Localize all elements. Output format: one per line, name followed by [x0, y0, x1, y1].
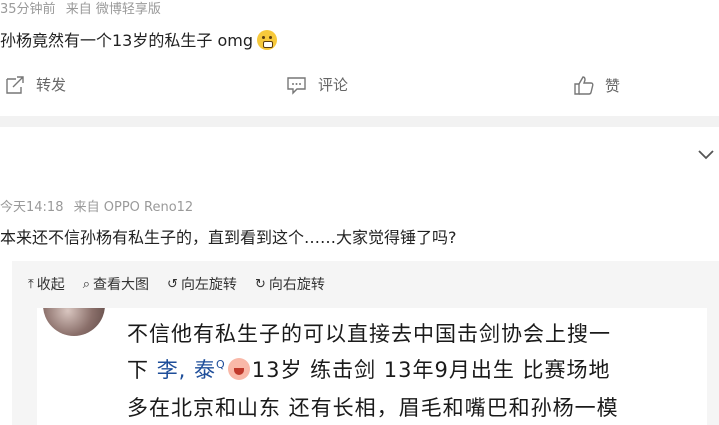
comment-icon	[287, 76, 306, 95]
image-text-line-3: 多在北京和山东 还有长相，眉毛和嘴巴和孙杨一模	[127, 396, 619, 420]
post-text-content: 孙杨竟然有一个13岁的私生子 omg	[0, 31, 253, 50]
post-actions: 转发 评论 赞	[0, 74, 719, 102]
image-text-line-2-rest: 13岁 练击剑 13年9月出生 比赛场地	[251, 358, 611, 382]
comment-button[interactable]: 评论	[286, 74, 348, 95]
rotate-left-label: 向左旋转	[180, 277, 237, 293]
rotate-right-button[interactable]: ↻ 向右旋转	[255, 274, 325, 294]
post-text: 孙杨竟然有一个13岁的私生子 omg	[0, 27, 277, 51]
post-time: 35分钟前	[0, 2, 56, 17]
post-meta: 35分钟前 来自 微博轻享版	[0, 0, 161, 17]
expanded-image-card: ⤒ 收起 ⌕ 查看大图 ↺ 向左旋转 ↻ 向右旋转 不信他有私生子的可以直接去中…	[12, 261, 719, 425]
rotate-left-icon: ↺	[167, 276, 178, 292]
collapse-button[interactable]: ⤒ 收起	[28, 274, 65, 294]
view-large-label: 查看大图	[93, 277, 150, 293]
post-image[interactable]: 不信他有私生子的可以直接去中国击剑协会上搜一 下 李, 泰Q 13岁 练击剑 13…	[37, 308, 707, 425]
collapse-label: 收起	[36, 277, 65, 293]
post-source: 来自 微博轻享版	[65, 2, 161, 17]
post-time: 今天14:18	[0, 200, 64, 215]
post-text: 本来还不信孙杨有私生子的，直到看到这个……大家觉得锤了吗?	[0, 228, 457, 247]
collapse-up-icon: ⤒	[28, 276, 34, 292]
comment-label: 评论	[318, 76, 349, 94]
image-text-line-1: 不信他有私生子的可以直接去中国击剑协会上搜一	[127, 322, 611, 346]
image-text-line-2: 下 李, 泰Q 13岁 练击剑 13年9月出生 比赛场地	[127, 354, 611, 384]
repost-label: 转发	[36, 76, 67, 94]
image-toolbar: ⤒ 收起 ⌕ 查看大图 ↺ 向左旋转 ↻ 向右旋转	[12, 261, 343, 307]
image-text-line-2-prefix: 下	[127, 358, 149, 382]
chevron-down-icon[interactable]	[697, 148, 715, 160]
rotate-right-label: 向右旋转	[268, 277, 325, 293]
rotate-right-icon: ↻	[254, 276, 266, 292]
magnifier-icon: ⌕	[82, 276, 91, 292]
rotate-left-button[interactable]: ↺ 向左旋转	[167, 274, 237, 294]
section-divider	[0, 116, 719, 127]
like-button[interactable]: 赞	[573, 74, 620, 96]
thumbs-up-icon	[574, 76, 594, 95]
highlighted-name: 李, 泰	[156, 358, 217, 382]
view-large-button[interactable]: ⌕ 查看大图	[83, 274, 149, 294]
search-icon: Q	[216, 358, 226, 371]
like-label: 赞	[605, 76, 621, 95]
crying-face-icon	[227, 358, 250, 380]
post-meta: 今天14:18 来自 OPPO Reno12	[0, 196, 193, 215]
post-source: 来自 OPPO Reno12	[73, 200, 194, 215]
avatar	[43, 308, 105, 336]
repost-icon	[6, 75, 24, 94]
face-with-hand-over-mouth-icon	[256, 30, 277, 50]
weibo-post-1: 35分钟前 来自 微博轻享版 孙杨竟然有一个13岁的私生子 omg 转发 评论	[0, 0, 719, 116]
repost-button[interactable]: 转发	[4, 74, 66, 95]
